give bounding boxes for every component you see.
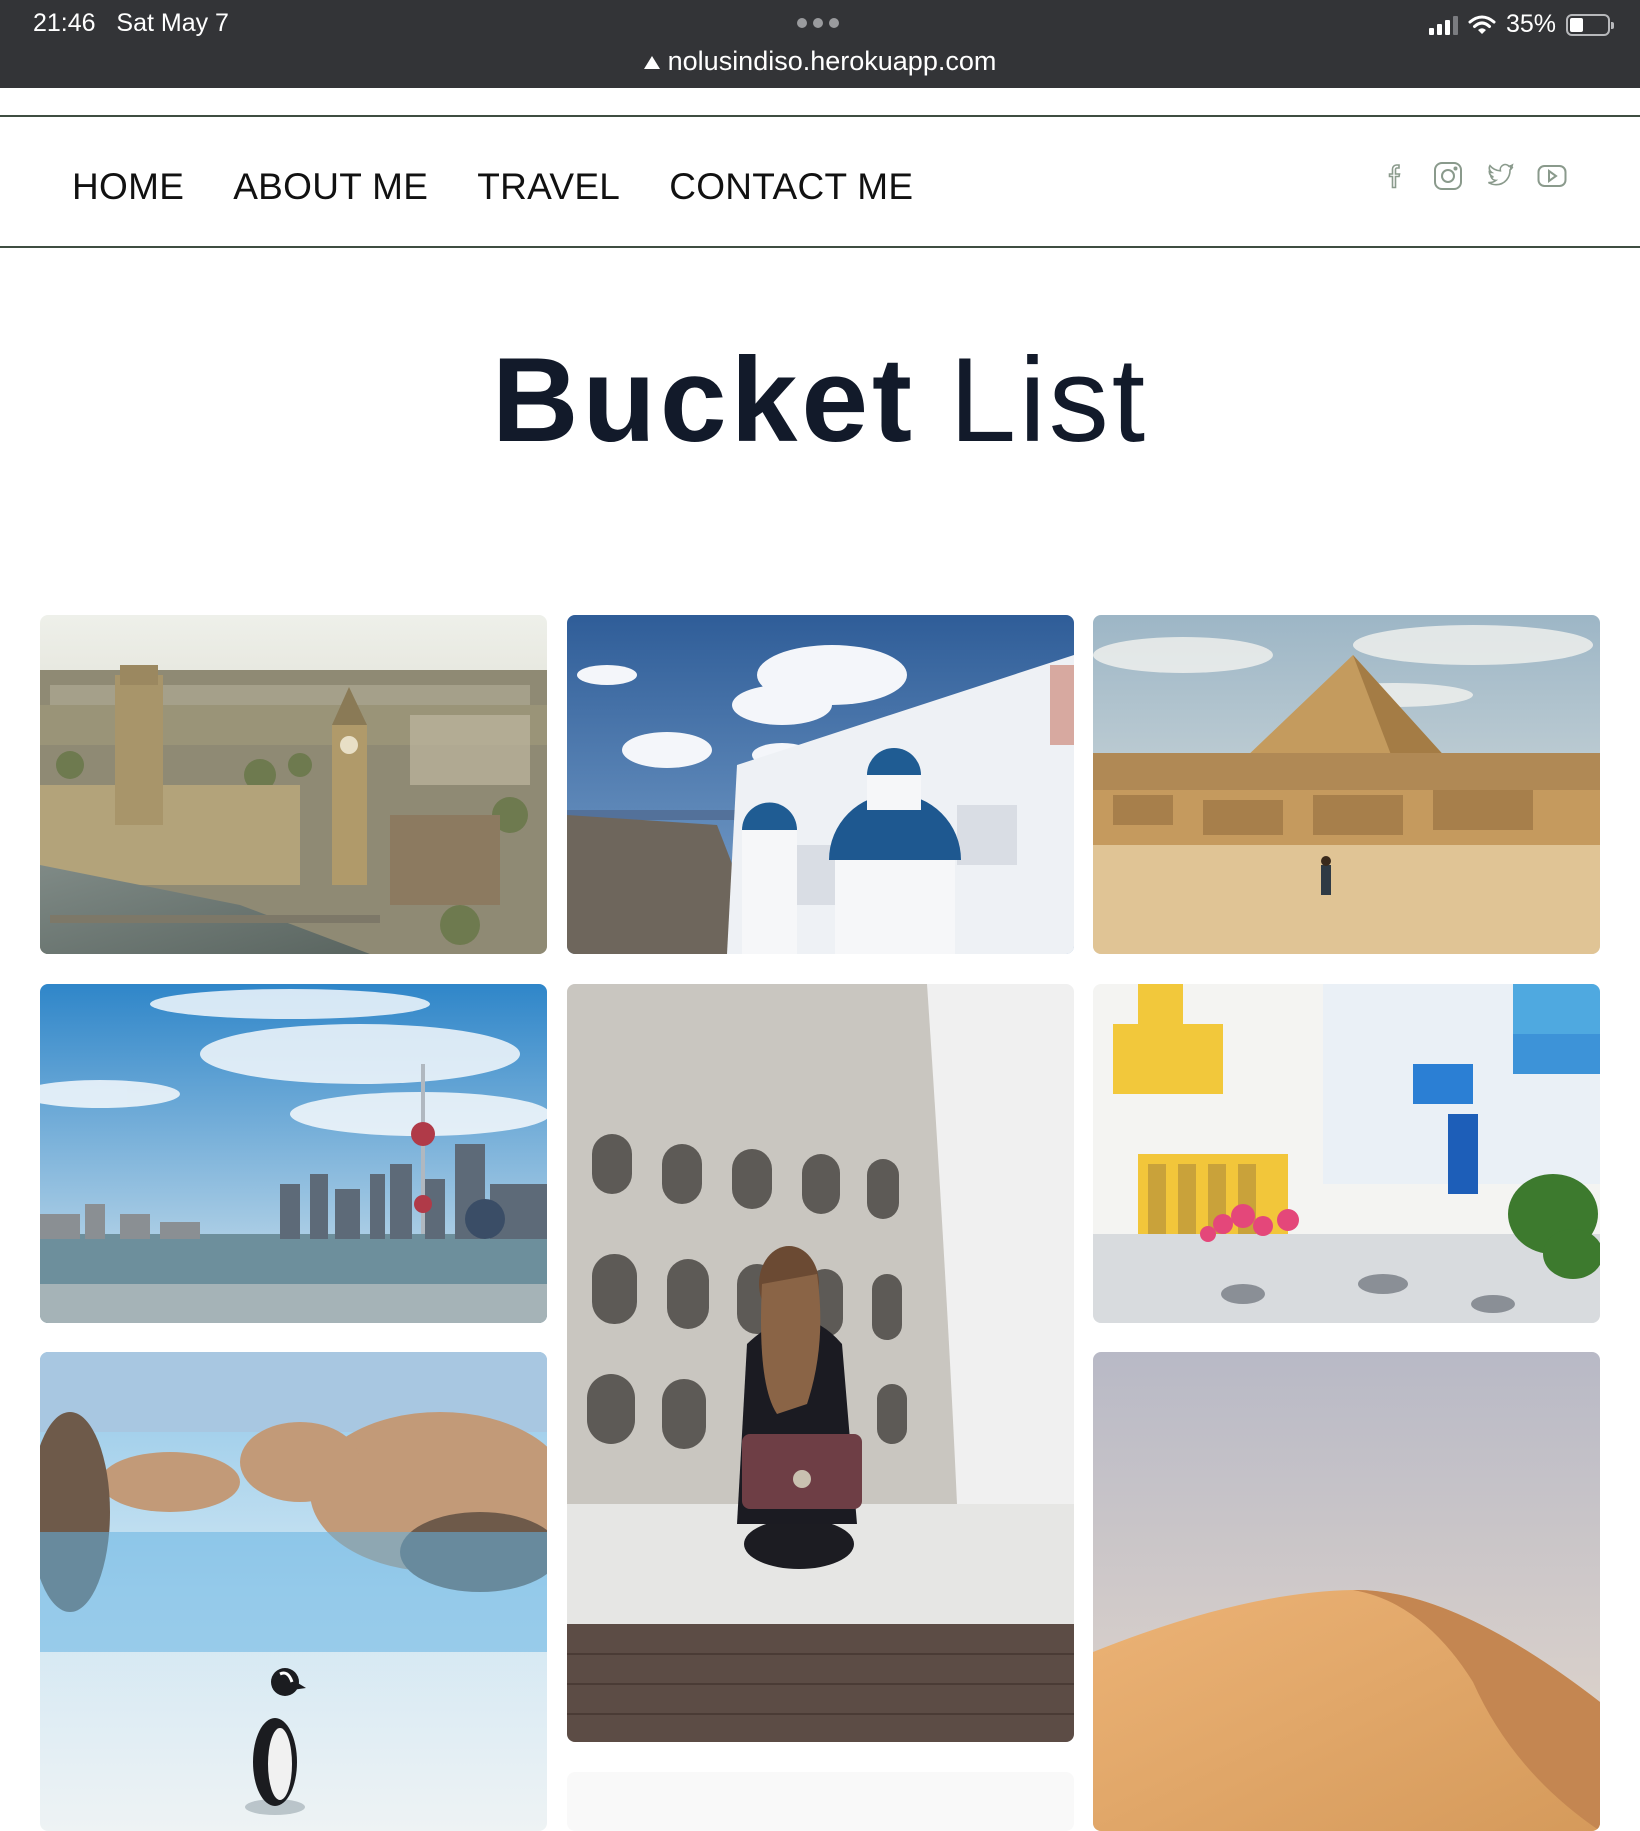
wifi-icon <box>1468 15 1496 34</box>
penguin-photo[interactable] <box>40 1352 547 1831</box>
battery-percent: 35% <box>1505 10 1556 38</box>
nav-divider-bottom <box>0 246 1640 248</box>
nav-home[interactable]: HOME <box>72 166 184 208</box>
status-bar: 21:46 Sat May 7 nolusindiso.herokuapp.co… <box>0 0 1640 88</box>
gallery-card-partial <box>567 1772 1074 1831</box>
page-title-light: List <box>949 333 1149 467</box>
twitter-icon[interactable] <box>1484 160 1516 192</box>
mykonos-street-photo[interactable] <box>1093 984 1600 1323</box>
more-options-icon[interactable] <box>797 18 839 28</box>
shanghai-photo[interactable] <box>40 984 547 1323</box>
giza-photo[interactable] <box>1093 615 1600 954</box>
nav-travel[interactable]: TRAVEL <box>477 166 620 208</box>
instagram-icon[interactable] <box>1432 160 1464 192</box>
colosseum-photo[interactable] <box>567 984 1074 1742</box>
social-links <box>1380 160 1568 192</box>
santorini-photo[interactable] <box>567 615 1074 954</box>
facebook-icon[interactable] <box>1380 160 1412 192</box>
url-text: nolusindiso.herokuapp.com <box>667 46 997 76</box>
cellular-signal-icon <box>1428 15 1458 35</box>
youtube-icon[interactable] <box>1536 160 1568 192</box>
nav-about-me[interactable]: ABOUT ME <box>233 166 428 208</box>
battery-icon <box>1566 13 1614 36</box>
status-time: 21:46 Sat May 7 <box>33 9 229 37</box>
page-title: Bucket List <box>0 330 1640 470</box>
address-bar[interactable]: nolusindiso.herokuapp.com <box>0 46 1640 77</box>
desert-photo[interactable] <box>1093 1352 1600 1831</box>
nav-divider-top <box>0 115 1640 117</box>
main-nav: HOME ABOUT ME TRAVEL CONTACT ME <box>72 166 913 208</box>
nav-contact-me[interactable]: CONTACT ME <box>669 166 913 208</box>
warning-icon <box>643 56 660 69</box>
page-title-bold: Bucket <box>491 333 917 467</box>
status-date: Sat May 7 <box>116 9 229 37</box>
london-photo[interactable] <box>40 615 547 954</box>
